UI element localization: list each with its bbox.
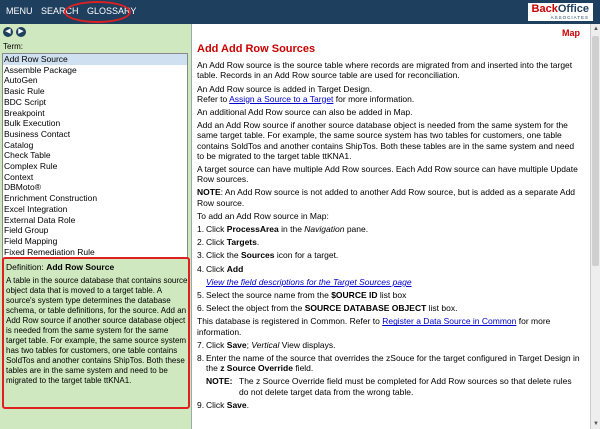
step: 2. Click Targets. bbox=[197, 237, 260, 248]
assign-source-link[interactable]: Assign a Source to a Target bbox=[229, 94, 333, 104]
help-content: Add Add Row Sources An Add Row source is… bbox=[197, 43, 581, 413]
term-item[interactable]: Field Mapping bbox=[3, 236, 187, 247]
step: 1. Click ProcessArea in the Navigation pa… bbox=[197, 224, 369, 235]
paragraph: This database is registered in Common. R… bbox=[197, 316, 551, 337]
term-item[interactable]: Check Table bbox=[3, 150, 187, 161]
step: 7. Click Save; Vertical View displays. bbox=[197, 339, 336, 350]
glossary-pane: ◀ ▶ Term: Add Row Source Assemble Packag… bbox=[0, 24, 192, 429]
scroll-up-icon[interactable]: ▲ bbox=[591, 24, 600, 34]
term-item[interactable]: Complex Rule bbox=[3, 161, 187, 172]
definition-text: A table in the source database that cont… bbox=[6, 276, 188, 385]
term-item[interactable]: Add Row Source bbox=[3, 54, 187, 65]
term-item[interactable]: External Data Role bbox=[3, 215, 187, 226]
term-item[interactable]: Enrichment Construction bbox=[3, 193, 187, 204]
map-link[interactable]: Map bbox=[562, 28, 580, 38]
term-item[interactable]: Context bbox=[3, 172, 187, 183]
note: NOTE: An Add Row source is not added to … bbox=[197, 187, 576, 208]
term-item[interactable]: Field Group bbox=[3, 225, 187, 236]
term-item[interactable]: Excel Integration bbox=[3, 204, 187, 215]
paragraph: A target source can have multiple Add Ro… bbox=[197, 164, 578, 185]
step: 9. Click Save. bbox=[197, 399, 250, 410]
paragraph: To add an Add Row source in Map: bbox=[197, 210, 329, 221]
term-item[interactable]: Basic Rule bbox=[3, 86, 187, 97]
logo: BackOffice ASSOCIATES bbox=[527, 3, 593, 21]
note: NOTE: The z Source Override field must be… bbox=[206, 376, 572, 397]
term-item[interactable]: DBMoto® bbox=[3, 182, 187, 193]
term-item[interactable]: BDC Script bbox=[3, 97, 187, 108]
step: 8. Enter the name of the source that over… bbox=[197, 353, 580, 374]
term-item[interactable]: Breakpoint bbox=[3, 108, 187, 119]
field-descriptions-link[interactable]: View the field descriptions for the Targ… bbox=[206, 277, 412, 287]
term-item[interactable]: Bulk Execution bbox=[3, 118, 187, 129]
step: 5. Select the source name from the $OURCE… bbox=[197, 290, 407, 301]
paragraph: An Add Row source is the source table wh… bbox=[197, 60, 573, 81]
definition-box: Definition: Add Row Source A table in th… bbox=[2, 257, 190, 409]
term-item[interactable]: Assemble Package bbox=[3, 65, 187, 76]
term-item[interactable]: Catalog bbox=[3, 140, 187, 151]
forward-arrow-icon[interactable]: ▶ bbox=[16, 27, 26, 37]
scroll-down-icon[interactable]: ▼ bbox=[591, 419, 600, 429]
definition-title: Definition: Add Row Source bbox=[6, 262, 115, 272]
step: 4. Click Add bbox=[197, 263, 244, 274]
scroll-thumb[interactable] bbox=[592, 36, 599, 266]
register-data-source-link[interactable]: Register a Data Source in Common bbox=[382, 316, 516, 326]
content-pane: Map Add Add Row Sources An Add Row sourc… bbox=[193, 24, 600, 429]
step: 3. Click the Sources icon for a target. bbox=[197, 250, 339, 261]
term-item[interactable]: Fixed Remediation Rule bbox=[3, 247, 187, 258]
term-label: Term: bbox=[3, 42, 23, 51]
top-bar: MENU SEARCH GLOSSARY BackOffice ASSOCIAT… bbox=[0, 0, 600, 24]
page-title: Add Add Row Sources bbox=[197, 43, 316, 55]
term-item[interactable]: Business Contact bbox=[3, 129, 187, 140]
paragraph: An additional Add Row source can also be… bbox=[197, 107, 413, 118]
back-arrow-icon[interactable]: ◀ bbox=[3, 27, 13, 37]
paragraph: Add an Add Row source if another source … bbox=[197, 120, 575, 161]
glossary-highlight-circle bbox=[64, 1, 131, 23]
step: 6. Select the object from the SOURCE DATA… bbox=[197, 303, 458, 314]
vertical-scrollbar[interactable]: ▲ ▼ bbox=[590, 24, 600, 429]
menu-link[interactable]: MENU bbox=[6, 6, 33, 16]
term-list[interactable]: Add Row Source Assemble Package AutoGen … bbox=[2, 53, 188, 278]
paragraph: An Add Row source is added in Target Des… bbox=[197, 83, 415, 104]
term-item[interactable]: AutoGen bbox=[3, 75, 187, 86]
